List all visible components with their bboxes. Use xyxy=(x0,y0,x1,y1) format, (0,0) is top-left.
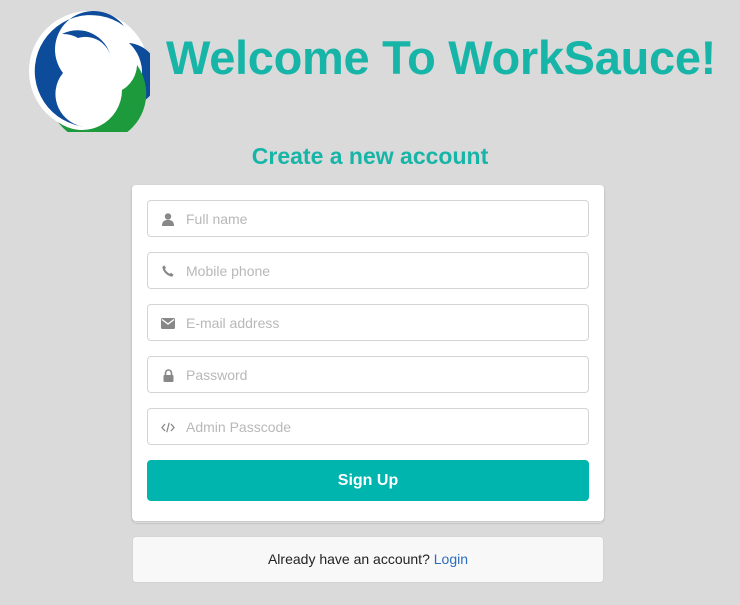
password-field[interactable] xyxy=(147,356,589,393)
full-name-input[interactable] xyxy=(186,201,576,236)
app-title: Welcome To WorkSauce! xyxy=(166,31,717,84)
form-heading: Create a new account xyxy=(251,143,489,169)
login-prompt-box: Already have an account? Login xyxy=(132,536,604,583)
worksauce-swirl-logo-icon xyxy=(29,11,150,132)
user-icon xyxy=(160,210,176,228)
email-input[interactable] xyxy=(186,305,576,340)
login-prompt-text: Already have an account? xyxy=(267,551,430,567)
signup-card: Sign Up xyxy=(132,185,604,521)
mobile-phone-field[interactable] xyxy=(147,252,589,289)
sign-up-button[interactable]: Sign Up xyxy=(147,460,589,501)
code-icon xyxy=(160,418,176,436)
admin-passcode-field[interactable] xyxy=(147,408,589,445)
mobile-phone-input[interactable] xyxy=(186,253,576,288)
full-name-field[interactable] xyxy=(147,200,589,237)
envelope-icon xyxy=(160,314,176,332)
email-field[interactable] xyxy=(147,304,589,341)
lock-icon xyxy=(160,366,176,384)
header: Welcome To WorkSauce! xyxy=(0,0,740,135)
phone-icon xyxy=(160,262,176,280)
password-input[interactable] xyxy=(186,357,576,392)
admin-passcode-input[interactable] xyxy=(186,409,576,444)
login-link[interactable]: Login xyxy=(434,551,468,567)
